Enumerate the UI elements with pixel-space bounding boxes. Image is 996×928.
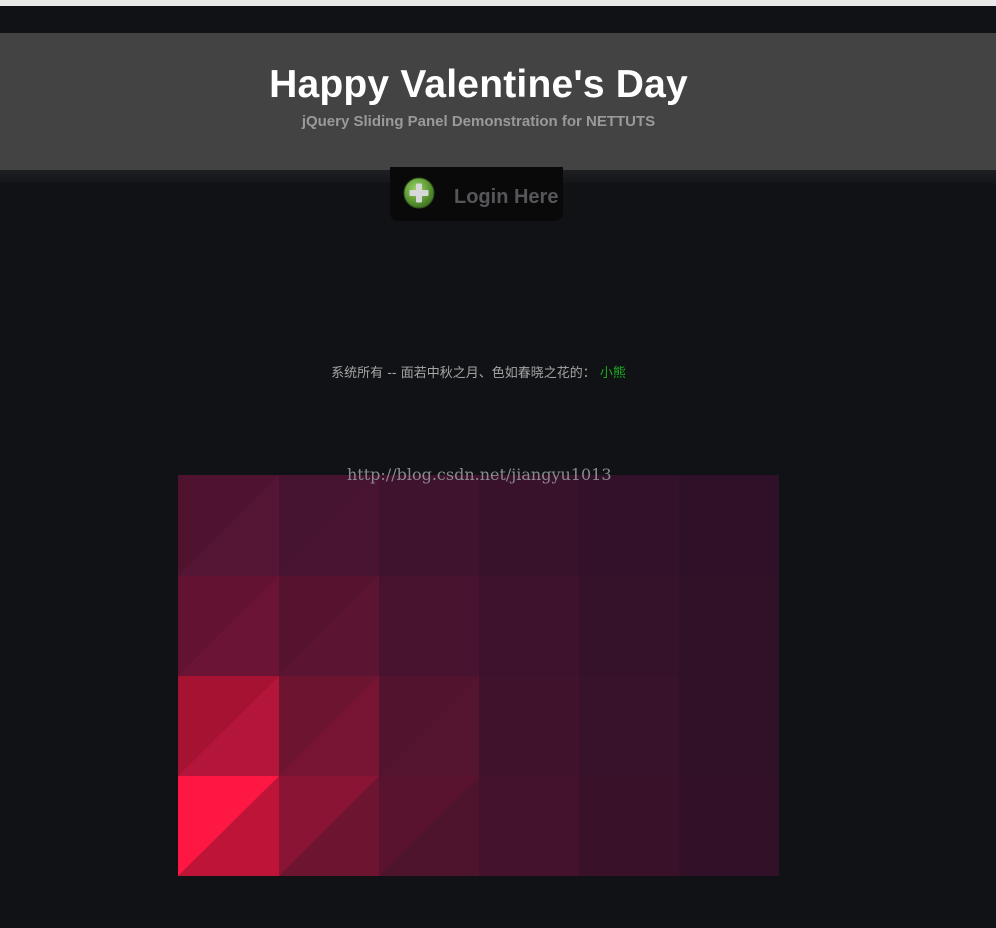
login-toggle-button[interactable]: Login Here — [390, 167, 563, 221]
tile — [679, 576, 779, 676]
tile — [479, 676, 579, 776]
tile — [579, 676, 679, 776]
tile — [479, 576, 579, 676]
tile — [679, 475, 779, 576]
tile — [579, 475, 679, 576]
author-link[interactable]: 小熊 — [600, 366, 626, 381]
tile — [479, 776, 579, 876]
tile — [379, 475, 479, 576]
tile — [479, 475, 579, 576]
tile — [679, 676, 779, 776]
footer-text: 系统所有 -- 面若中秋之月、色如春晓之花的： — [331, 366, 596, 381]
pink-tile-mosaic — [178, 475, 779, 876]
page-title: Happy Valentine's Day — [269, 63, 688, 106]
tile — [579, 576, 679, 676]
tile — [679, 776, 779, 876]
page-subtitle: jQuery Sliding Panel Demonstration for N… — [301, 113, 656, 130]
footer-credit: 系统所有 -- 面若中秋之月、色如春晓之花的： 小熊 — [0, 362, 957, 381]
plus-circle-icon — [403, 177, 435, 209]
tile — [379, 576, 479, 676]
tile — [579, 776, 679, 876]
login-label: Login Here — [454, 186, 559, 208]
top-bar — [0, 6, 996, 33]
